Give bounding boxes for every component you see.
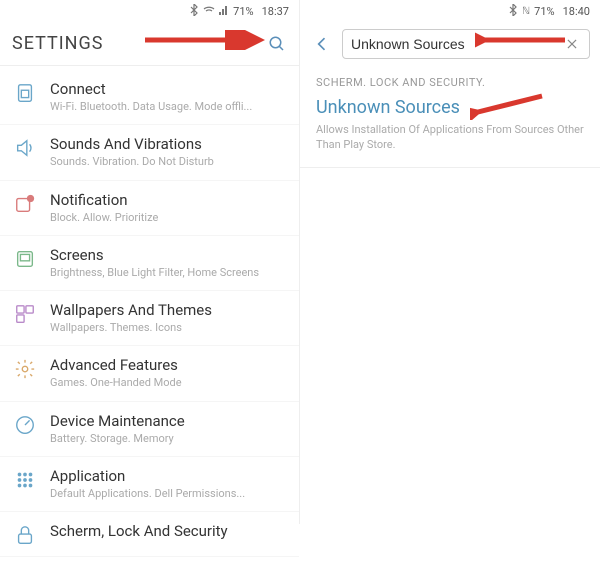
back-icon[interactable] [310,32,334,56]
item-sounds[interactable]: Sounds And Vibrations Sounds. Vibration.… [0,125,299,180]
bluetooth-icon [508,4,518,19]
close-icon[interactable] [563,35,581,53]
bluetooth-icon [189,4,199,19]
grid-icon [14,469,36,491]
settings-header: SETTINGS [0,22,299,66]
phone-settings: 71% 18:37 SETTINGS Connect Wi-Fi. Blueto… [0,0,300,524]
result-unknown-sources[interactable]: Unknown Sources Allows Installation Of A… [300,93,600,168]
signal-icon [219,5,229,18]
item-sub: Wi-Fi. Bluetooth. Data Usage. Mode offli… [50,100,285,114]
search-icon[interactable] [267,34,287,54]
battery-percent: 71% [534,5,554,18]
result-sub: Allows Installation Of Applications From… [316,122,584,153]
search-header [300,22,600,66]
item-advanced[interactable]: Advanced Features Games. One-Handed Mode [0,346,299,401]
lock-icon [14,524,36,546]
item-sub: Brightness, Blue Light Filter, Home Scre… [50,266,285,280]
gear-icon [14,358,36,380]
item-sub: Sounds. Vibration. Do Not Disturb [50,155,285,169]
item-sub: Block. Allow. Prioritize [50,211,285,225]
item-title: Connect [50,80,285,98]
status-bar-right: ℕ 71% 18:40 [300,0,600,22]
item-connect[interactable]: Connect Wi-Fi. Bluetooth. Data Usage. Mo… [0,70,299,125]
meter-icon [14,414,36,436]
item-title: Scherm, Lock And Security [50,522,285,540]
page-title: SETTINGS [12,33,267,54]
item-sub: Wallpapers. Themes. Icons [50,321,285,335]
item-title: Device Maintenance [50,412,285,430]
badge-icon [14,193,36,215]
item-title: Application [50,467,285,485]
search-input[interactable] [351,36,563,52]
result-section-label: SCHERM. LOCK AND SECURITY. [300,66,600,93]
battery-percent: 71% [233,5,253,18]
item-maintenance[interactable]: Device Maintenance Battery. Storage. Mem… [0,402,299,457]
phone-search-result: ℕ 71% 18:40 SCHERM. LOCK AND SECURITY. U… [300,0,600,524]
result-title: Unknown Sources [316,97,584,118]
item-screen[interactable]: Screens Brightness, Blue Light Filter, H… [0,236,299,291]
search-box[interactable] [342,29,590,59]
item-sub: Battery. Storage. Memory [50,432,285,446]
nfc-icon: ℕ [522,6,530,17]
status-time: 18:40 [563,5,590,18]
wifi-icon [203,5,215,18]
palette-icon [14,303,36,325]
item-title: Screens [50,246,285,264]
item-title: Advanced Features [50,356,285,374]
item-title: Notification [50,191,285,209]
item-application[interactable]: Application Default Applications. Dell P… [0,457,299,512]
display-icon [14,248,36,270]
sim-icon [14,82,36,104]
item-wallpapers[interactable]: Wallpapers And Themes Wallpapers. Themes… [0,291,299,346]
status-bar-left: 71% 18:37 [0,0,299,22]
settings-list: Connect Wi-Fi. Bluetooth. Data Usage. Mo… [0,66,299,561]
item-title: Sounds And Vibrations [50,135,285,153]
status-time: 18:37 [262,5,289,18]
item-sub: Default Applications. Dell Permissions..… [50,487,285,501]
item-title: Wallpapers And Themes [50,301,285,319]
item-lock-security[interactable]: Scherm, Lock And Security [0,512,299,557]
speaker-icon [14,137,36,159]
item-notification[interactable]: Notification Block. Allow. Prioritize [0,181,299,236]
item-sub: Games. One-Handed Mode [50,376,285,390]
